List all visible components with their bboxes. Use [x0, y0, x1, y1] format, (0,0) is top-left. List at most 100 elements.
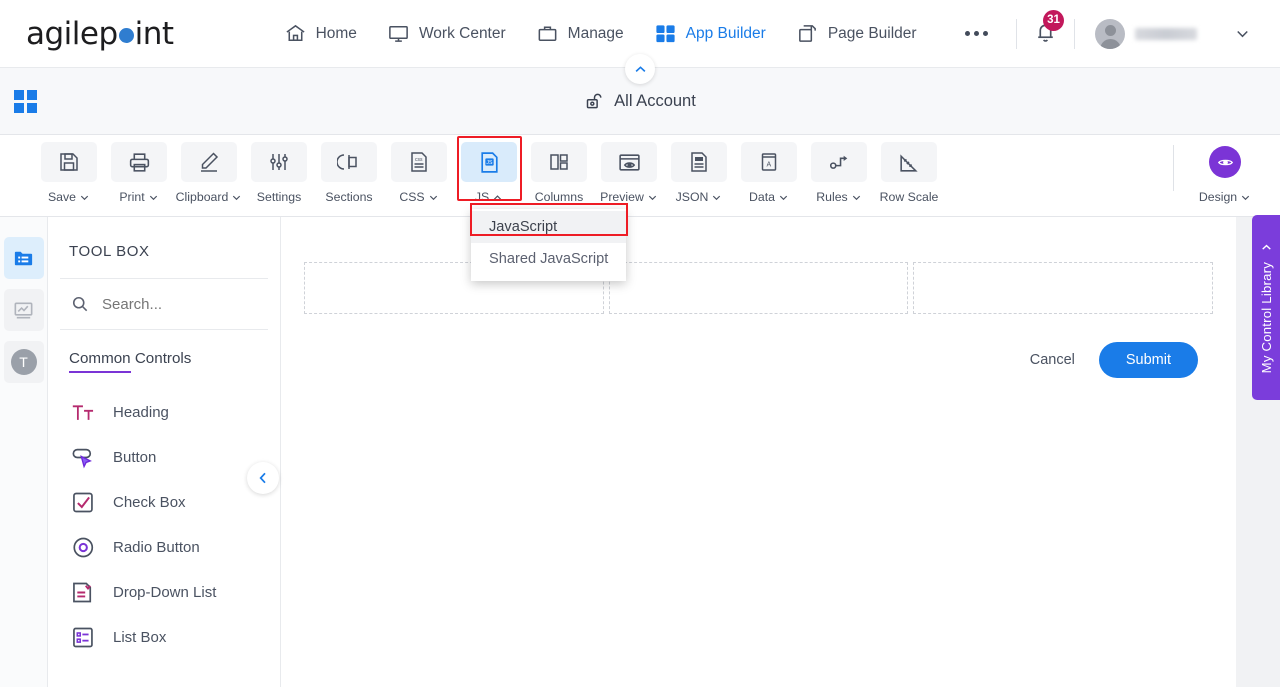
logo-text-right: int — [134, 15, 174, 52]
chevron-down-icon — [1242, 195, 1250, 200]
chevron-down-icon — [713, 195, 721, 200]
toolbar-label-data: Data — [749, 190, 775, 204]
monitor-icon — [389, 26, 408, 42]
form-design-canvas[interactable]: Cancel Submit — [281, 217, 1236, 687]
toolbar-button-settings[interactable]: Settings — [244, 142, 314, 204]
nav-label-work-center: Work Center — [418, 24, 506, 42]
chevron-down-icon — [80, 195, 89, 200]
toolbar-label-css: CSS — [399, 190, 425, 204]
control-item-radio-button[interactable]: Radio Button — [48, 525, 280, 570]
ruler-icon — [899, 153, 918, 172]
chevron-down-icon[interactable] — [1233, 24, 1252, 43]
toolbox-title: TOOL BOX — [69, 243, 150, 260]
agilepoint-logo[interactable]: agilep int — [26, 16, 174, 52]
control-item-heading[interactable]: Heading — [48, 390, 280, 435]
nav-item-manage[interactable]: Manage — [536, 22, 624, 45]
cancel-button[interactable]: Cancel — [1030, 352, 1075, 368]
toolbar-button-js[interactable]: JS JS — [454, 136, 524, 204]
nav-item-home[interactable]: Home — [284, 22, 357, 45]
js-file-icon: JS — [480, 151, 498, 173]
print-icon — [129, 152, 149, 172]
sections-icon — [337, 154, 357, 170]
toolbox-panel: TOOL BOX Common Controls Heading B — [48, 217, 281, 687]
control-item-drop-down-list[interactable]: Drop-Down List — [48, 570, 280, 615]
pencil-icon — [201, 152, 219, 172]
preview-eye-icon — [618, 153, 640, 171]
toolbar-label-sections: Sections — [325, 190, 373, 204]
drop-zone[interactable] — [608, 262, 909, 314]
drop-zone-row — [281, 217, 1236, 314]
avatar[interactable] — [1095, 18, 1125, 49]
toolbar-label-design: Design — [1198, 190, 1238, 204]
chevron-down-icon — [149, 195, 157, 200]
search-input[interactable] — [102, 295, 252, 313]
toolbar-divider — [1173, 145, 1174, 191]
form-actions: Cancel Submit — [281, 314, 1236, 378]
toolbar-label-settings: Settings — [256, 190, 302, 204]
toolbar-button-json[interactable]: JSON — [664, 142, 734, 204]
svg-text:css: css — [415, 157, 423, 163]
grid-icon — [656, 25, 675, 43]
app-root: agilep int Home Work Center Manage App B… — [0, 0, 1280, 687]
svg-text:JS: JS — [486, 160, 493, 166]
chart-trend-icon — [14, 301, 33, 319]
radio-button-icon — [73, 537, 94, 558]
json-file-icon — [691, 152, 707, 172]
toolbar-button-columns[interactable]: Columns — [524, 142, 594, 204]
toolbar-button-preview[interactable]: Preview — [594, 142, 664, 204]
chevron-down-icon — [648, 195, 657, 200]
toolbar-button-row-scale[interactable]: Row Scale — [874, 142, 944, 204]
editor-toolbar: Save Print Clipboard Settings Sections c… — [0, 135, 1280, 217]
list-box-icon — [73, 627, 93, 648]
menu-item-javascript[interactable]: JavaScript — [471, 211, 626, 243]
control-label-heading: Heading — [113, 404, 169, 421]
dropdown-list-icon — [73, 582, 92, 603]
nav-item-work-center[interactable]: Work Center — [387, 22, 506, 45]
chevron-left-icon — [259, 472, 266, 484]
main-navigation: Home Work Center Manage App Builder Page… — [284, 22, 988, 45]
rail-button-text[interactable]: T — [3, 341, 44, 383]
rail-button-analytics[interactable] — [3, 289, 44, 331]
header-divider-1 — [1016, 18, 1017, 49]
chevron-down-icon — [429, 195, 437, 200]
toolbox-collapse-button[interactable] — [247, 462, 279, 494]
toolbar-button-sections[interactable]: Sections — [314, 142, 384, 204]
save-icon — [60, 153, 78, 171]
nav-item-page-builder[interactable]: Page Builder — [796, 22, 917, 45]
toolbar-button-clipboard[interactable]: Clipboard — [174, 142, 244, 204]
control-item-list-box[interactable]: List Box — [48, 615, 280, 660]
drop-zone[interactable] — [913, 262, 1214, 314]
nav-item-app-builder[interactable]: App Builder — [654, 22, 766, 45]
toolbar-label-print: Print — [119, 190, 145, 204]
control-item-check-box[interactable]: Check Box — [48, 480, 280, 525]
briefcase-icon — [538, 26, 557, 41]
my-control-library-tab[interactable]: My Control Library — [1252, 215, 1280, 400]
toolbar-button-print[interactable]: Print — [104, 142, 174, 204]
account-bar: All Account — [0, 54, 1280, 135]
header-divider-2 — [1074, 18, 1075, 49]
submit-button[interactable]: Submit — [1098, 342, 1198, 378]
toolbar-label-columns: Columns — [534, 190, 584, 204]
notification-badge: 31 — [1043, 9, 1064, 31]
nav-label-page-builder: Page Builder — [827, 24, 917, 42]
rail-button-toolbox[interactable] — [3, 237, 44, 279]
toolbar-button-data[interactable]: A Data — [734, 142, 804, 204]
notifications-button[interactable]: 31 — [1033, 9, 1064, 49]
toolbar-button-rules[interactable]: Rules — [804, 142, 874, 204]
control-item-button[interactable]: Button — [48, 435, 280, 480]
menu-item-shared-javascript[interactable]: Shared JavaScript — [471, 243, 626, 275]
left-icon-rail: T — [0, 217, 48, 687]
toolbox-search[interactable] — [48, 279, 280, 329]
nav-label-home: Home — [315, 24, 357, 42]
unlock-icon — [586, 93, 602, 108]
toolbar-button-design[interactable]: Design — [1186, 142, 1264, 204]
nav-label-app-builder: App Builder — [685, 24, 766, 42]
toolbar-button-save[interactable]: Save — [34, 142, 104, 204]
data-book-icon: A — [761, 153, 777, 171]
eye-circle-icon — [1209, 146, 1241, 178]
toolbar-button-css[interactable]: css CSS — [384, 142, 454, 204]
account-bar-collapse-button[interactable] — [625, 54, 655, 84]
ellipsis-icon[interactable] — [964, 31, 988, 36]
button-cursor-icon — [72, 448, 92, 469]
toolbar-label-row-scale: Row Scale — [879, 190, 939, 204]
